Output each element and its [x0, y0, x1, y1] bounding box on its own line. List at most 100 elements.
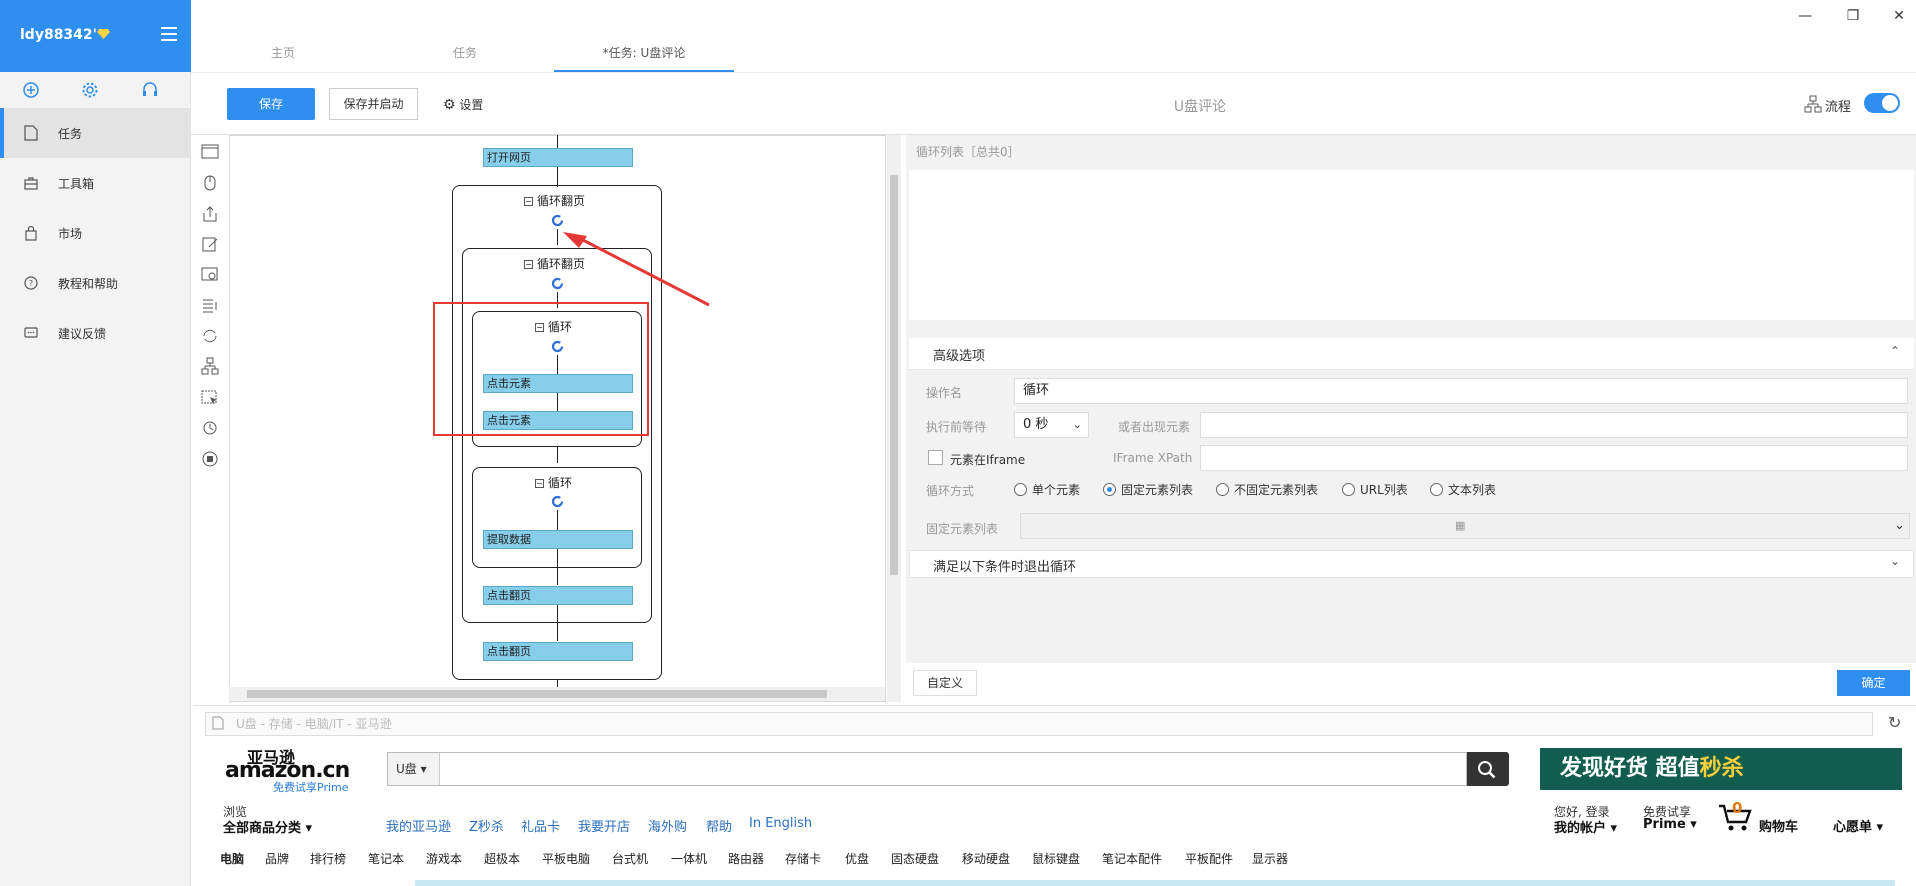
category-link[interactable]: 超极本 — [484, 850, 520, 867]
loop-list[interactable] — [909, 170, 1914, 320]
tab-tasks[interactable]: 任务 — [376, 34, 554, 72]
sidebar-item-market[interactable]: 市场 — [0, 208, 191, 258]
search-element-tool-icon[interactable] — [201, 266, 219, 284]
save-and-run-button[interactable]: 保存并启动 — [329, 88, 418, 120]
category-link[interactable]: 固态硬盘 — [891, 850, 939, 867]
nav-gift-card[interactable]: 礼品卡 — [521, 816, 560, 835]
select-tool-icon[interactable] — [201, 389, 219, 407]
click-tool-icon[interactable] — [201, 174, 219, 192]
sidebar-item-label: 教程和帮助 — [58, 276, 119, 291]
vip-diamond-icon — [97, 29, 110, 39]
list-tool-icon[interactable] — [201, 296, 219, 314]
restore-icon[interactable]: ❐ — [1845, 8, 1861, 24]
radio-fixed-element-list[interactable]: 固定元素列表 — [1103, 481, 1193, 498]
flow-label: 流程 — [1825, 100, 1852, 115]
connector — [557, 680, 558, 687]
canvas-horizontal-scrollbar[interactable] — [229, 687, 885, 701]
wishlist-menu[interactable]: 心愿单 ▾ — [1833, 816, 1883, 835]
loop-cycle-icon — [551, 495, 564, 508]
all-categories-menu[interactable]: 全部商品分类 ▾ — [223, 817, 312, 836]
category-link[interactable]: 电脑 — [220, 850, 244, 867]
minimize-icon[interactable]: — — [1797, 8, 1813, 24]
nav-z-deals[interactable]: Z秒杀 — [469, 816, 504, 835]
export-tool-icon[interactable] — [201, 205, 219, 223]
refresh-tool-icon[interactable] — [201, 419, 219, 437]
sidebar-item-help[interactable]: ? 教程和帮助 — [0, 258, 191, 308]
category-link[interactable]: 台式机 — [612, 850, 648, 867]
chevron-up-icon[interactable]: ⌃ — [1890, 344, 1900, 358]
category-link[interactable]: 平板电脑 — [542, 850, 590, 867]
sidebar-item-toolbox[interactable]: 工具箱 — [0, 158, 191, 208]
node-extract-data[interactable]: 提取数据 — [483, 530, 633, 549]
advanced-options-header[interactable] — [909, 338, 1914, 370]
category-link[interactable]: 平板配件 — [1185, 850, 1233, 867]
gear-icon[interactable] — [80, 80, 100, 100]
appear-element-input[interactable] — [1200, 412, 1908, 438]
radio-url-list[interactable]: URL列表 — [1342, 481, 1408, 498]
nav-open-store[interactable]: 我要开店 — [578, 816, 630, 835]
nav-help[interactable]: 帮助 — [706, 816, 732, 835]
category-link[interactable]: 移动硬盘 — [962, 850, 1010, 867]
iframe-checkbox[interactable] — [928, 450, 943, 465]
category-link[interactable]: 存储卡 — [785, 850, 821, 867]
node-click-next-page[interactable]: 点击翻页 — [483, 642, 633, 661]
tab-current-task[interactable]: *任务: U盘评论 — [554, 34, 734, 72]
radio-text-list[interactable]: 文本列表 — [1430, 481, 1496, 498]
node-open-page[interactable]: 打开网页 — [483, 148, 633, 167]
iframe-xpath-input[interactable] — [1200, 445, 1908, 471]
ok-button[interactable]: 确定 — [1837, 670, 1910, 696]
edit-tool-icon[interactable] — [201, 235, 219, 253]
stop-tool-icon[interactable] — [201, 450, 219, 468]
loop-title-outer[interactable]: − 循环翻页 — [524, 192, 585, 209]
sidebar-item-feedback[interactable]: 建议反馈 — [0, 308, 191, 358]
tab-home[interactable]: 主页 — [194, 34, 372, 72]
open-page-tool-icon[interactable] — [201, 143, 219, 161]
search-button[interactable] — [1467, 752, 1509, 786]
promo-banner[interactable]: 发现好货 超值秒杀 — [1540, 748, 1902, 790]
branch-tool-icon[interactable] — [201, 357, 219, 375]
loop-tool-icon[interactable] — [201, 327, 219, 345]
nav-english[interactable]: In English — [749, 816, 812, 831]
category-link[interactable]: 游戏本 — [426, 850, 462, 867]
radio-single-element[interactable]: 单个元素 — [1014, 481, 1080, 498]
category-link[interactable]: 一体机 — [671, 850, 707, 867]
chevron-down-icon[interactable]: ⌄ — [1890, 554, 1900, 568]
radio-variable-element-list[interactable]: 不固定元素列表 — [1216, 481, 1318, 498]
save-button[interactable]: 保存 — [227, 88, 315, 120]
amazon-search-input[interactable] — [387, 752, 1467, 786]
prime-menu[interactable]: Prime ▾ — [1643, 817, 1697, 832]
loop-title-b[interactable]: − 循环 — [535, 474, 572, 491]
custom-button[interactable]: 自定义 — [913, 670, 977, 696]
help-circle-icon: ? — [24, 276, 38, 290]
username[interactable]: ldy88342' — [20, 27, 97, 43]
category-link[interactable]: 排行榜 — [310, 850, 346, 867]
annotation-arrow — [563, 232, 710, 307]
settings-button[interactable]: ⚙ 设置 — [443, 96, 483, 113]
add-icon[interactable] — [21, 80, 41, 100]
canvas-vertical-scrollbar[interactable] — [887, 135, 901, 702]
nav-my-amazon[interactable]: 我的亚马逊 — [386, 816, 451, 835]
category-link[interactable]: 优盘 — [845, 850, 869, 867]
category-link[interactable]: 显示器 — [1252, 850, 1288, 867]
close-icon[interactable]: ✕ — [1891, 8, 1907, 24]
category-link[interactable]: 笔记本配件 — [1102, 850, 1162, 867]
category-link[interactable]: 鼠标键盘 — [1032, 850, 1080, 867]
op-name-input[interactable]: 循环 — [1014, 378, 1908, 404]
fixed-list-input[interactable]: ▦ ⌄ — [1020, 513, 1910, 539]
flow-toggle[interactable] — [1864, 93, 1900, 113]
url-input[interactable]: U盘 - 存储 - 电脑/IT - 亚马逊 — [205, 712, 1873, 736]
cart-label[interactable]: 购物车 — [1759, 816, 1798, 835]
hamburger-menu-icon[interactable] — [161, 27, 177, 41]
category-link[interactable]: 路由器 — [728, 850, 764, 867]
category-link[interactable]: 笔记本 — [368, 850, 404, 867]
search-category-select[interactable]: U盘 ▾ — [388, 753, 440, 785]
headset-icon[interactable] — [140, 80, 160, 100]
category-link[interactable]: 品牌 — [265, 850, 289, 867]
prime-trial-link[interactable]: 免费试享Prime — [273, 779, 349, 795]
nav-global[interactable]: 海外购 — [648, 816, 687, 835]
refresh-icon[interactable]: ↻ — [1888, 713, 1901, 732]
node-click-next-page[interactable]: 点击翻页 — [483, 586, 633, 605]
sidebar-item-tasks[interactable]: 任务 — [0, 108, 191, 158]
account-menu[interactable]: 我的帐户 ▾ — [1554, 817, 1617, 836]
wait-select[interactable]: 0 秒 ⌄ — [1014, 412, 1089, 438]
